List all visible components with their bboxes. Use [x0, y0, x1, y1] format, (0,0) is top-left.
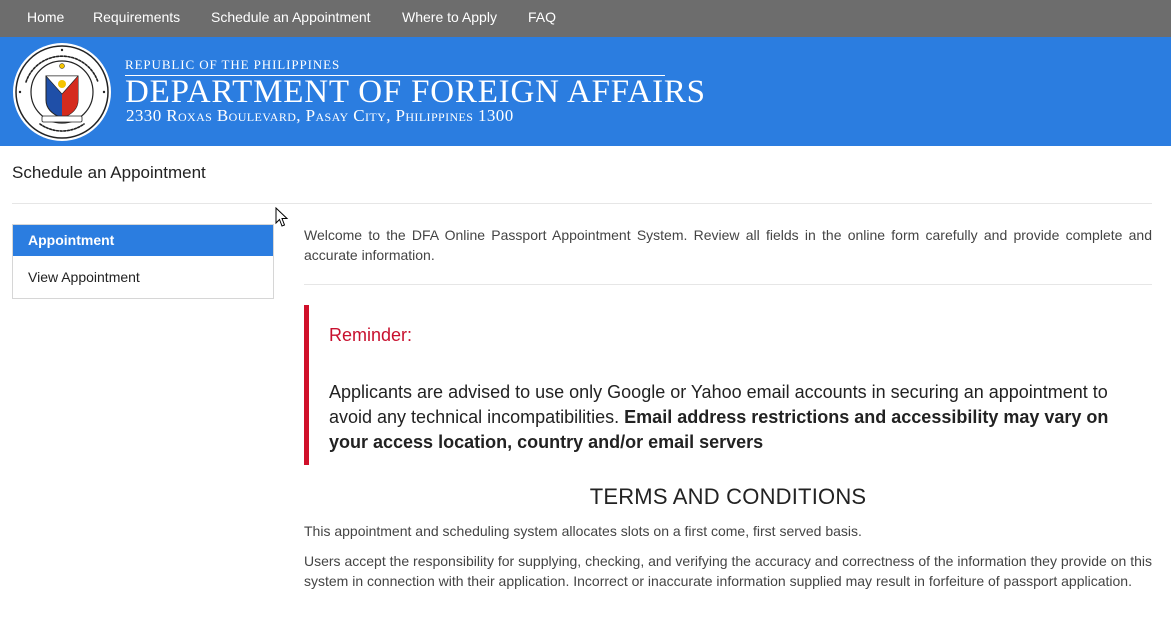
page-title: Schedule an Appointment [12, 163, 206, 182]
sidebar: Appointment View Appointment [12, 224, 274, 299]
terms-paragraph-2: Users accept the responsibility for supp… [304, 553, 1152, 589]
mouse-cursor-icon [275, 207, 289, 227]
nav-requirements-link[interactable]: Requirements [93, 9, 180, 25]
reminder-title: Reminder: [329, 325, 413, 345]
terms-paragraph-1: This appointment and scheduling system a… [304, 523, 862, 539]
banner-address: 2330 Roxas Boulevard, Pasay City, Philip… [126, 106, 514, 125]
reminder-body: Applicants are advised to use only Googl… [329, 380, 1139, 455]
reminder-box: Reminder: Applicants are advised to use … [304, 305, 1152, 465]
nav-schedule-appointment-link[interactable]: Schedule an Appointment [211, 9, 371, 25]
top-navbar: Home Requirements Schedule an Appointmen… [0, 0, 1171, 37]
page-title-divider [12, 203, 1152, 204]
header-banner: Republic of the Philippines DEPARTMENT O… [0, 37, 1171, 146]
welcome-text: Welcome to the DFA Online Passport Appoi… [304, 227, 1152, 263]
banner-subtitle: Republic of the Philippines [125, 57, 341, 72]
sidebar-item-appointment[interactable]: Appointment [13, 225, 273, 256]
sidebar-item-view-appointment[interactable]: View Appointment [13, 262, 273, 293]
nav-where-to-apply-link[interactable]: Where to Apply [402, 9, 497, 25]
terms-title: TERMS AND CONDITIONS [589, 484, 867, 509]
nav-faq-link[interactable]: FAQ [528, 9, 556, 25]
nav-home-link[interactable]: Home [27, 9, 64, 25]
dfa-seal-icon[interactable] [12, 42, 112, 142]
welcome-divider [304, 284, 1152, 285]
